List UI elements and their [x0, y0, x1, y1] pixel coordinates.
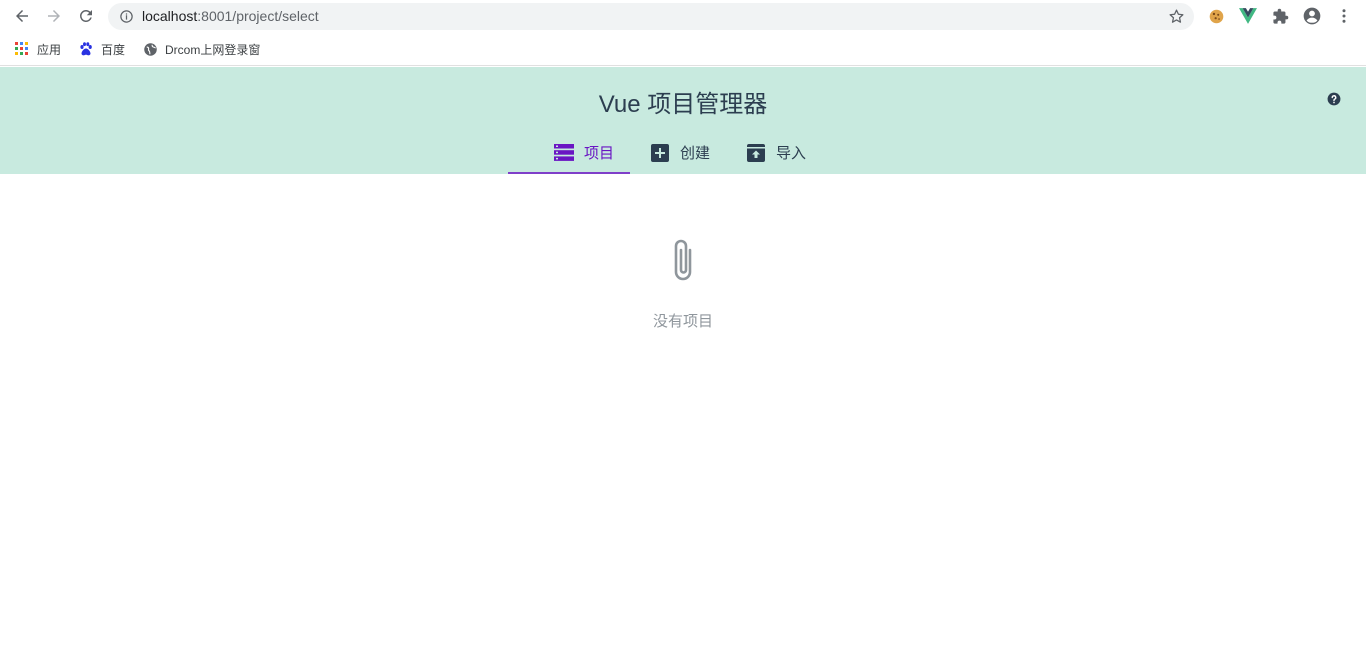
tab-import[interactable]: 导入 [728, 131, 824, 174]
arrow-left-icon [16, 10, 28, 22]
forward-button[interactable] [42, 4, 66, 28]
arrow-right-icon [48, 10, 60, 22]
tab-label: 导入 [776, 145, 807, 162]
paperclip-icon [674, 239, 692, 281]
bookmark-label: Drcom上网登录窗 [165, 42, 261, 57]
empty-state: 没有项目 [0, 236, 1366, 331]
vue-devtools-extension[interactable] [1238, 6, 1258, 26]
browser-toolbar: localhost:8001/project/select [0, 0, 1366, 33]
globe-icon [142, 41, 158, 57]
info-icon[interactable] [119, 9, 134, 24]
address-bar[interactable]: localhost:8001/project/select [108, 3, 1194, 30]
app-header: Vue 项目管理器 项目 创建 导入 [0, 67, 1366, 174]
bookmark-drcom[interactable]: Drcom上网登录窗 [142, 40, 260, 58]
star-icon[interactable] [1168, 8, 1185, 25]
vue-devtools-icon [1239, 8, 1257, 24]
reload-icon [79, 9, 92, 22]
tab-label: 创建 [680, 145, 711, 162]
reload-button[interactable] [74, 4, 98, 28]
nav-tabs: 项目 创建 导入 [508, 131, 824, 174]
baidu-paw-icon [78, 41, 94, 57]
apps-grid-icon [14, 41, 30, 57]
tab-label: 项目 [584, 145, 615, 162]
extensions-button[interactable] [1270, 6, 1290, 26]
tab-create[interactable]: 创建 [630, 131, 728, 174]
bookmark-label: 百度 [101, 42, 126, 57]
tab-projects[interactable]: 项目 [508, 131, 631, 174]
empty-message: 没有项目 [652, 313, 713, 330]
cookie-extension[interactable] [1206, 6, 1226, 26]
url-host: localhost [142, 8, 198, 24]
list-icon [554, 143, 574, 163]
menu-button[interactable] [1334, 6, 1354, 26]
import-icon [746, 143, 766, 163]
bookmark-baidu[interactable]: 百度 [78, 40, 125, 58]
account-icon [1303, 7, 1321, 25]
url-text[interactable]: localhost:8001/project/select [142, 8, 319, 24]
bookmark-apps[interactable]: 应用 [14, 40, 61, 58]
more-vert-icon [1342, 9, 1346, 23]
page-title: Vue 项目管理器 [598, 91, 768, 118]
plus-box-icon [650, 143, 670, 163]
back-button[interactable] [10, 4, 34, 28]
url-path: :8001/project/select [197, 8, 319, 24]
profile-button[interactable] [1302, 6, 1322, 26]
bookmark-label: 应用 [37, 42, 62, 57]
help-icon[interactable] [1327, 92, 1341, 106]
bookmarks-bar: 应用 百度 Drcom上网登录窗 [0, 33, 1366, 66]
cookie-icon [1209, 9, 1223, 23]
puzzle-icon [1272, 8, 1288, 24]
